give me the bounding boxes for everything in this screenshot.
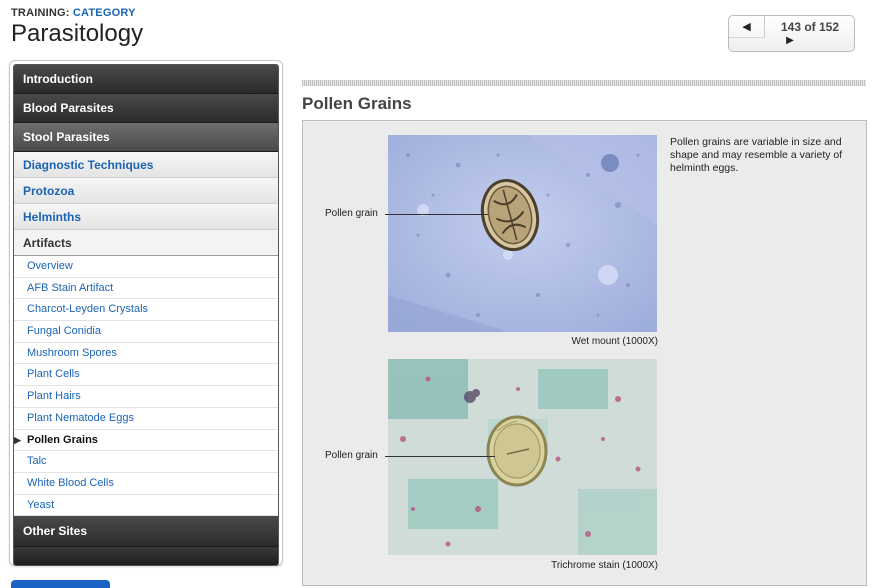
- artifact-link-yeast[interactable]: Yeast: [14, 494, 278, 517]
- page-title: Parasitology: [11, 20, 144, 47]
- sidebar-footer: [14, 547, 278, 566]
- kicker-prefix: TRAINING:: [11, 7, 70, 19]
- sidebar-item-blood-parasites[interactable]: Blood Parasites: [14, 94, 278, 123]
- sidebar-item-introduction[interactable]: Introduction: [14, 65, 278, 94]
- artifact-link-mushroom-spores[interactable]: Mushroom Spores: [14, 342, 278, 365]
- figure1-caption: Wet mount (1000X): [571, 336, 658, 347]
- artifact-link-plant-nematode-eggs[interactable]: Plant Nematode Eggs: [14, 407, 278, 430]
- sidebar-menu: Introduction Blood Parasites Stool Paras…: [13, 64, 279, 567]
- section-divider: [302, 80, 866, 86]
- selected-arrow-icon: ▶: [14, 434, 21, 445]
- artifact-link-white-blood-cells[interactable]: White Blood Cells: [14, 472, 278, 495]
- artifact-link-talc[interactable]: Talc: [14, 451, 278, 473]
- section-title: Pollen Grains: [302, 94, 412, 113]
- sidebar-item-stool-parasites[interactable]: Stool Parasites: [14, 123, 278, 152]
- wet-mount-micrograph: [388, 135, 657, 332]
- artifact-link-fungal-conidia[interactable]: Fungal Conidia: [14, 321, 278, 343]
- page-count: 143 of 152: [780, 20, 840, 34]
- sidebar-item-other-sites[interactable]: Other Sites: [14, 516, 278, 548]
- sidebar-item-protozoa[interactable]: Protozoa: [14, 178, 278, 204]
- previous-page-button[interactable]: ◀: [729, 16, 765, 38]
- figure2-callout-label: Pollen grain: [325, 450, 378, 461]
- sidebar-item-artifacts[interactable]: Artifacts: [14, 230, 278, 256]
- artifact-link-pollen-grains[interactable]: ▶ Pollen Grains: [14, 429, 278, 452]
- artifact-link-charcot-leyden-crystals[interactable]: Charcot-Leyden Crystals: [14, 299, 278, 322]
- figure2-callout-line: [385, 456, 495, 457]
- figure2-caption: Trichrome stain (1000X): [551, 560, 658, 571]
- sidebar-item-diagnostic-techniques[interactable]: Diagnostic Techniques: [14, 152, 278, 178]
- artifact-link-overview[interactable]: Overview: [14, 256, 278, 278]
- arrow-right-icon: ▶: [786, 35, 794, 46]
- figure1-callout-line: [385, 214, 488, 215]
- next-page-button[interactable]: ▶: [783, 34, 797, 48]
- breadcrumb-kicker: TRAINING: CATEGORY: [11, 7, 136, 19]
- artifact-link-plant-cells[interactable]: Plant Cells: [14, 364, 278, 387]
- figure1-callout-label: Pollen grain: [325, 208, 378, 219]
- bottom-action-button[interactable]: [11, 580, 110, 588]
- artifact-link-afb-stain-artifact[interactable]: AFB Stain Artifact: [14, 277, 278, 300]
- trichrome-micrograph: [388, 359, 657, 555]
- artifact-label-pollen-grains: Pollen Grains: [27, 433, 98, 446]
- sidebar: Introduction Blood Parasites Stool Paras…: [9, 60, 283, 567]
- pager: ◀ 143 of 152 ▶: [728, 15, 855, 52]
- arrow-left-icon: ◀: [742, 21, 751, 33]
- description-text: Pollen grains are variable in size and s…: [670, 136, 843, 174]
- artifact-link-plant-hairs[interactable]: Plant Hairs: [14, 386, 278, 408]
- kicker-category-link[interactable]: CATEGORY: [73, 7, 136, 19]
- sidebar-item-helminths[interactable]: Helminths: [14, 204, 278, 230]
